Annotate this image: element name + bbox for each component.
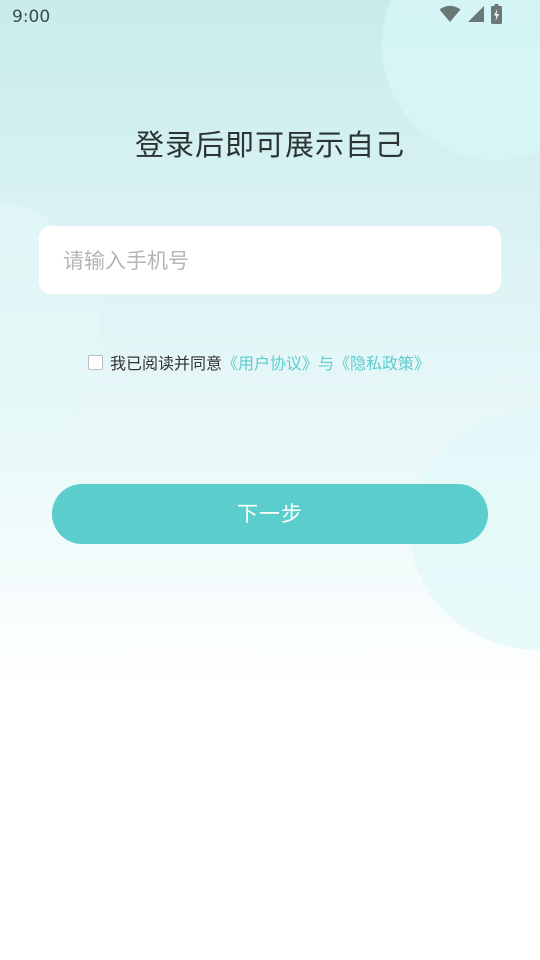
next-step-button[interactable]: 下一步 bbox=[52, 484, 488, 544]
wifi-icon bbox=[439, 5, 461, 27]
agreement-row: 我已阅读并同意 《用户协议》 与 《隐私政策》 bbox=[88, 350, 430, 374]
status-icons bbox=[439, 4, 502, 28]
phone-input-container[interactable] bbox=[39, 226, 501, 296]
agreement-prefix-text: 我已阅读并同意 bbox=[110, 354, 223, 373]
cellular-signal-icon bbox=[467, 5, 485, 27]
agreement-checkbox[interactable] bbox=[88, 354, 103, 370]
battery-charging-icon bbox=[491, 4, 502, 28]
page-title: 登录后即可展示自己 bbox=[134, 128, 405, 162]
user-agreement-link[interactable]: 《用户协议》 bbox=[222, 350, 318, 374]
phone-number-input[interactable] bbox=[61, 226, 485, 296]
agreement-connector-text: 与 bbox=[318, 354, 335, 373]
privacy-policy-link[interactable]: 《隐私政策》 bbox=[334, 350, 430, 374]
status-time: 9:00 bbox=[12, 7, 51, 27]
status-bar: 9:00 bbox=[0, 0, 540, 34]
